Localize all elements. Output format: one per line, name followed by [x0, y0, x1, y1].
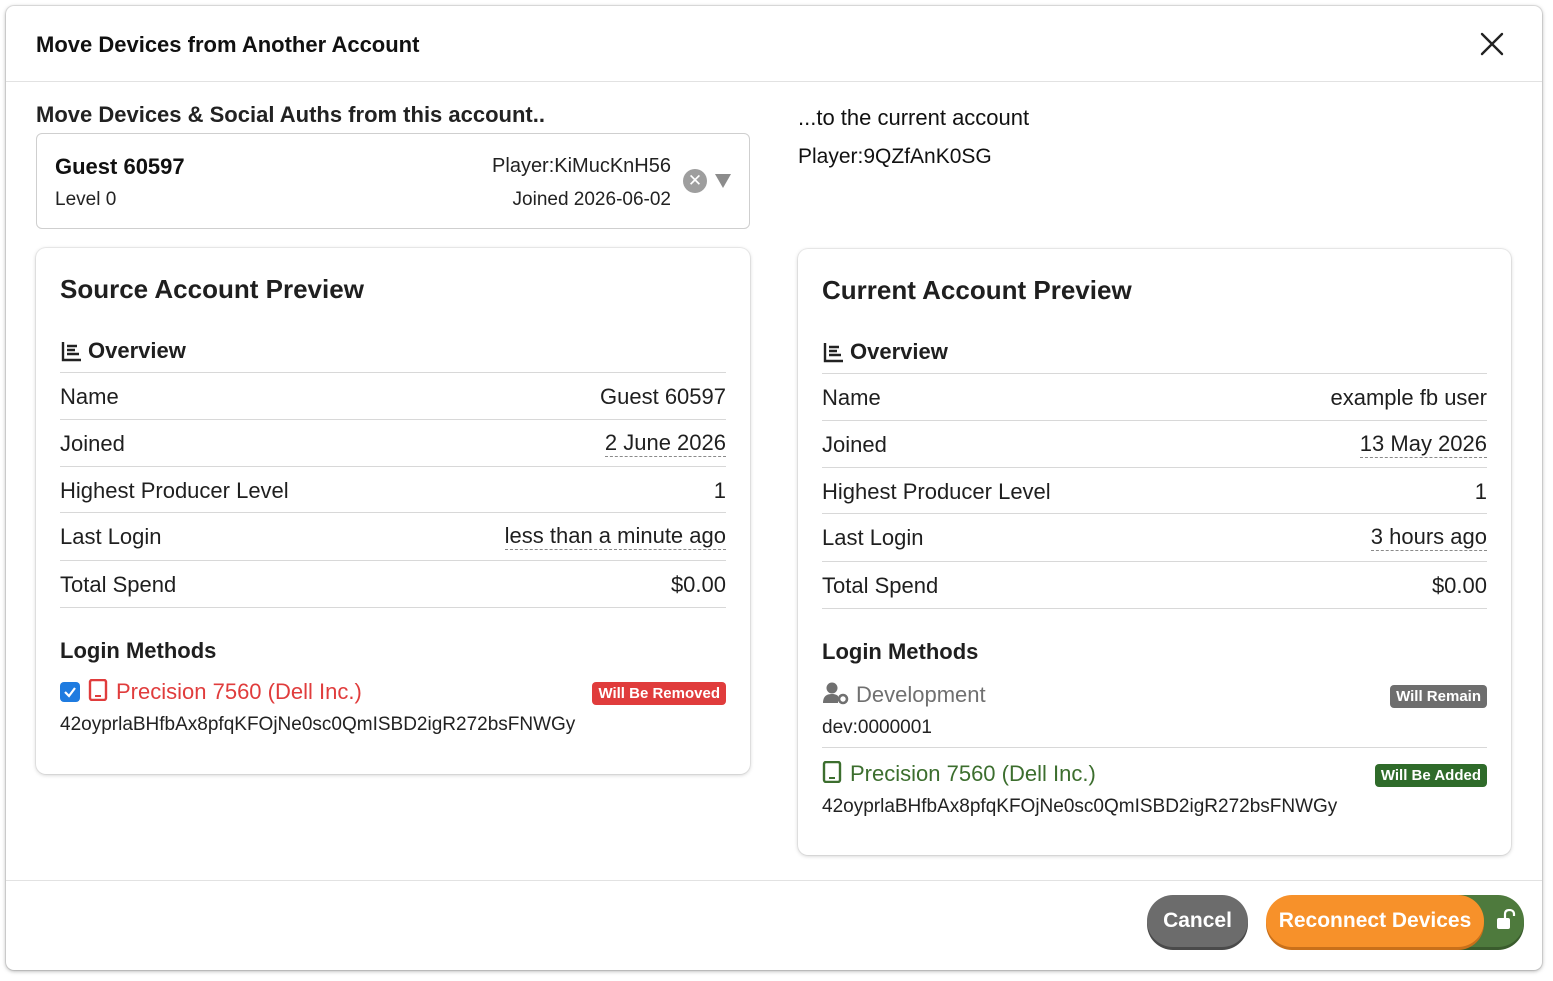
- list-icon: [60, 339, 84, 363]
- row-value: example fb user: [1330, 385, 1487, 410]
- status-badge: Will Be Added: [1374, 764, 1487, 787]
- info-row: Name Guest 60597: [60, 372, 726, 419]
- source-name: Guest 60597: [55, 154, 185, 179]
- overview-label: Overview: [88, 338, 186, 363]
- method-device-id: 42oyprlaBHfbAx8pfqKFOjNe0sc0QmISBD2igR27…: [60, 714, 576, 735]
- row-value: 1: [713, 478, 726, 503]
- method-device-id: 42oyprlaBHfbAx8pfqKFOjNe0sc0QmISBD2igR27…: [822, 796, 1338, 817]
- modal-footer: Cancel Reconnect Devices: [6, 880, 1542, 970]
- row-value: less than a minute ago: [504, 523, 726, 550]
- current-account-card: Current Account Preview Overview Name exa…: [798, 249, 1511, 855]
- list-icon: [822, 340, 846, 364]
- row-value: Guest 60597: [600, 384, 726, 409]
- target-player-id: Player:9QZfAnK0SG: [798, 145, 992, 168]
- clear-selection-icon[interactable]: ✕: [683, 169, 707, 193]
- overview-heading: Overview: [60, 338, 186, 364]
- move-devices-modal: Move Devices from Another Account Move D…: [6, 6, 1542, 970]
- tablet-icon: [88, 678, 108, 706]
- login-method-item: Precision 7560 (Dell Inc.) Will Be Remov…: [60, 676, 726, 736]
- modal-title: Move Devices from Another Account: [36, 32, 420, 57]
- source-card-title: Source Account Preview: [60, 274, 364, 304]
- source-heading: Move Devices & Social Auths from this ac…: [36, 102, 545, 127]
- row-value: 2 June 2026: [604, 430, 726, 457]
- source-account-card: Source Account Preview Overview Name Gues…: [36, 248, 750, 774]
- modal-header: Move Devices from Another Account: [6, 6, 1542, 82]
- info-row: Name example fb user: [822, 373, 1487, 420]
- method-name: Precision 7560 (Dell Inc.): [850, 761, 1096, 786]
- close-icon[interactable]: [1480, 32, 1504, 56]
- row-label: Highest Producer Level: [822, 479, 1051, 504]
- method-name: Development: [856, 682, 986, 707]
- source-account-select[interactable]: Guest 60597 Level 0 Player:KiMucKnH56 Jo…: [36, 133, 750, 229]
- tablet-icon: [822, 760, 842, 788]
- info-row: Total Spend $0.00: [60, 560, 726, 607]
- row-value: 1: [1474, 479, 1487, 504]
- info-row: Last Login 3 hours ago: [822, 513, 1487, 560]
- info-row: Joined 2 June 2026: [60, 419, 726, 466]
- row-value: $0.00: [670, 572, 726, 597]
- row-label: Name: [60, 384, 119, 409]
- method-device-id: dev:0000001: [822, 717, 932, 738]
- row-label: Total Spend: [60, 572, 177, 597]
- user-gear-icon: [822, 681, 850, 710]
- row-label: Total Spend: [822, 573, 939, 598]
- row-label: Joined: [60, 431, 125, 456]
- info-row: Highest Producer Level 1: [60, 466, 726, 513]
- info-row: Last Login less than a minute ago: [60, 512, 726, 559]
- divider: [60, 607, 726, 608]
- row-value: 3 hours ago: [1370, 524, 1487, 551]
- login-methods-heading: Login Methods: [822, 639, 979, 664]
- login-method-item: Precision 7560 (Dell Inc.) Will Be Added…: [822, 758, 1487, 818]
- unlock-icon[interactable]: [1496, 908, 1516, 936]
- row-value: $0.00: [1431, 573, 1487, 598]
- status-badge: Will Be Removed: [592, 682, 726, 705]
- row-label: Name: [822, 385, 881, 410]
- status-badge: Will Remain: [1390, 685, 1487, 708]
- info-row: Total Spend $0.00: [822, 561, 1487, 608]
- reconnect-devices-button[interactable]: Reconnect Devices: [1266, 895, 1484, 947]
- row-label: Last Login: [60, 524, 162, 549]
- overview-label: Overview: [850, 339, 948, 364]
- source-level: Level 0: [55, 189, 117, 210]
- info-row: Highest Producer Level 1: [822, 467, 1487, 514]
- cancel-button[interactable]: Cancel: [1147, 895, 1248, 947]
- row-label: Joined: [822, 432, 887, 457]
- source-joined: Joined 2026-06-02: [512, 189, 671, 210]
- target-heading: ...to the current account: [798, 105, 1030, 130]
- method-checkbox[interactable]: [60, 682, 80, 702]
- login-methods-heading: Login Methods: [60, 638, 217, 663]
- info-row: Joined 13 May 2026: [822, 420, 1487, 467]
- method-name: Precision 7560 (Dell Inc.): [116, 679, 362, 704]
- login-method-item: Development Will Remain dev:0000001: [822, 679, 1487, 748]
- divider: [822, 608, 1487, 609]
- dropdown-arrow-icon[interactable]: [715, 174, 731, 188]
- source-player-id: Player:KiMucKnH56: [492, 155, 671, 177]
- overview-heading: Overview: [822, 339, 948, 365]
- current-card-title: Current Account Preview: [822, 275, 1132, 305]
- row-value: 13 May 2026: [1359, 431, 1487, 458]
- row-label: Last Login: [822, 525, 924, 550]
- row-label: Highest Producer Level: [60, 478, 289, 503]
